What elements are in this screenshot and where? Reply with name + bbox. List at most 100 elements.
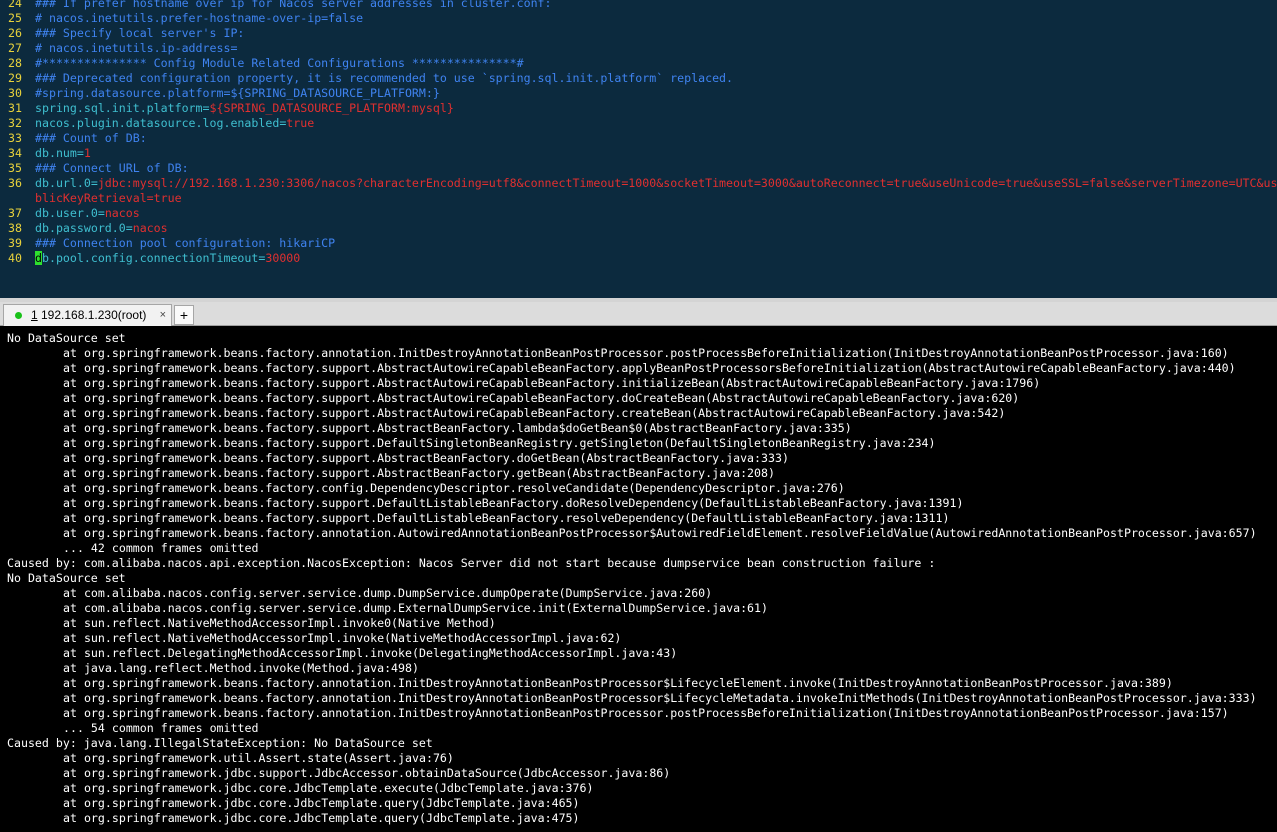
editor-line: 36 db.url.0=jdbc:mysql://192.168.1.230:33… [8,176,1277,191]
line-number: 34 [8,146,22,160]
line-number: 35 [8,161,22,175]
log-line: at org.springframework.util.Assert.state… [63,751,454,765]
comment-text: #spring.datasource.platform=${SPRING_DAT… [35,86,440,100]
editor-line: 32 nacos.plugin.datasource.log.enabled=tr… [8,116,1277,131]
comment-text: ### Connection pool configuration: hikar… [35,236,336,250]
editor-line: 37 db.user.0=nacos [8,206,1277,221]
config-key: db.password.0 [35,221,126,235]
config-value: jdbc:mysql://192.168.1.230:3306/nacos?ch… [97,176,1277,190]
log-line: at org.springframework.beans.factory.ann… [63,676,1173,690]
config-key: b.pool.config.connectionTimeout [41,251,259,265]
comment-text: ### Connect URL of DB: [35,161,189,175]
terminal-lines: No DataSource set at org.springframework.… [7,331,1257,826]
config-value: true [286,116,315,130]
log-line: at org.springframework.jdbc.core.JdbcTem… [63,811,580,825]
tab-number: 1 [31,308,38,322]
comment-text: #*************** Config Module Related C… [35,56,524,70]
editor-line: 35 ### Connect URL of DB: [8,161,1277,176]
log-line: at org.springframework.beans.factory.sup… [63,406,1006,420]
equals-sign: = [97,206,105,220]
log-line: at org.springframework.beans.factory.sup… [63,376,1041,390]
log-line: at org.springframework.beans.factory.ann… [63,706,1229,720]
editor-line: blicKeyRetrieval=true [8,191,1277,206]
line-number: 32 [8,116,22,130]
comment-text: # nacos.inetutils.ip-address= [35,41,238,55]
comment-text: ### Count of DB: [35,131,147,145]
tab-label: 192.168.1.230(root) [41,308,147,322]
session-tab[interactable]: 1 192.168.1.230(root) × [3,304,172,326]
equals-sign: = [125,221,133,235]
log-line: at sun.reflect.NativeMethodAccessorImpl.… [63,631,622,645]
log-line: at org.springframework.beans.factory.sup… [63,496,964,510]
log-line: at com.alibaba.nacos.config.server.servi… [63,586,713,600]
line-number: 39 [8,236,22,250]
log-line: ... 42 common frames omitted [63,541,259,555]
line-number: 40 [8,251,22,265]
editor-line: 34 db.num=1 [8,146,1277,161]
log-line: at org.springframework.beans.factory.sup… [63,361,1236,375]
log-line: at org.springframework.beans.factory.sup… [63,391,1020,405]
log-line: at org.springframework.beans.factory.sup… [63,511,950,525]
editor-line: 39 ### Connection pool configuration: hik… [8,236,1277,251]
log-line: at com.alibaba.nacos.config.server.servi… [63,601,768,615]
log-line: at sun.reflect.NativeMethodAccessorImpl.… [63,616,496,630]
status-dot-icon [15,312,22,319]
config-value: nacos [132,221,168,235]
equals-sign: = [90,176,98,190]
terminal-output[interactable]: No DataSource set at org.springframework.… [0,326,1277,832]
line-number: 30 [8,86,22,100]
line-number: 36 [8,176,22,190]
config-key: db.url.0 [35,176,91,190]
line-number: 37 [8,206,22,220]
log-line: at org.springframework.beans.factory.sup… [63,466,775,480]
log-line: Caused by: java.lang.IllegalStateExcepti… [7,736,433,750]
editor-line: 26 ### Specify local server's IP: [8,26,1277,41]
editor-line: 28 #*************** Config Module Related… [8,56,1277,71]
config-value: nacos [104,206,140,220]
comment-text: ### If prefer hostname over ip for Nacos… [35,0,552,10]
log-line: at org.springframework.beans.factory.con… [63,481,845,495]
editor-line: 25 # nacos.inetutils.prefer-hostname-over… [8,11,1277,26]
line-number: 26 [8,26,22,40]
log-line: at org.springframework.beans.factory.ann… [63,691,1257,705]
comment-text: ### Specify local server's IP: [35,26,245,40]
editor-line: 40 db.pool.config.connectionTimeout=30000 [8,251,1277,266]
log-line: at java.lang.reflect.Method.invoke(Metho… [63,661,419,675]
config-value-continued: blicKeyRetrieval=true [35,191,182,205]
add-tab-button[interactable]: + [174,305,194,325]
editor-pane[interactable]: 24 ### If prefer hostname over ip for Nac… [0,0,1277,298]
log-line: at org.springframework.jdbc.support.Jdbc… [63,766,671,780]
line-number: 25 [8,11,22,25]
editor-lines: 24 ### If prefer hostname over ip for Nac… [8,0,1277,266]
line-number: 33 [8,131,22,145]
config-value: 30000 [265,251,301,265]
editor-line: 38 db.password.0=nacos [8,221,1277,236]
config-key: db.num [35,146,77,160]
equals-sign: = [202,101,210,115]
log-line: Caused by: com.alibaba.nacos.api.excepti… [7,556,936,570]
log-line: at sun.reflect.DelegatingMethodAccessorI… [63,646,678,660]
equals-sign: = [76,146,84,160]
editor-line: 33 ### Count of DB: [8,131,1277,146]
log-line: ... 54 common frames omitted [63,721,259,735]
log-line: at org.springframework.beans.factory.sup… [63,436,936,450]
log-line: No DataSource set [7,331,126,345]
editor-line: 30 #spring.datasource.platform=${SPRING_D… [8,86,1277,101]
comment-text: # nacos.inetutils.prefer-hostname-over-i… [35,11,364,25]
config-key: spring.sql.init.platform [35,101,203,115]
log-line: at org.springframework.jdbc.core.JdbcTem… [63,796,580,810]
text-cursor: d [35,251,42,265]
editor-line: 27 # nacos.inetutils.ip-address= [8,41,1277,56]
line-number: 31 [8,101,22,115]
log-line: at org.springframework.jdbc.core.JdbcTem… [63,781,594,795]
log-line: No DataSource set [7,571,126,585]
line-number: 29 [8,71,22,85]
line-number: 27 [8,41,22,55]
line-number: 24 [8,0,22,10]
config-value: 1 [83,146,91,160]
log-line: at org.springframework.beans.factory.ann… [63,526,1257,540]
close-icon[interactable]: × [160,305,166,326]
config-value: ${SPRING_DATASOURCE_PLATFORM:mysql} [209,101,454,115]
line-number: 28 [8,56,22,70]
log-line: at org.springframework.beans.factory.sup… [63,421,852,435]
